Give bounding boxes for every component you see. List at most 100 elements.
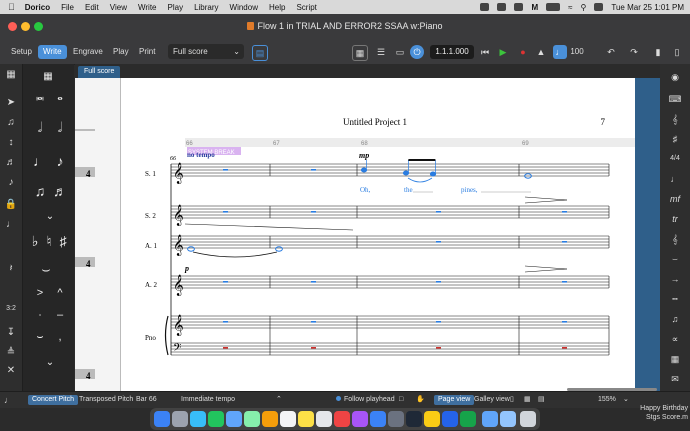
treble-clef[interactable]: 𝄞 <box>173 315 184 336</box>
treble-clef[interactable]: 𝄞 <box>173 275 184 296</box>
chevron-down-icon[interactable]: ⌄ <box>41 354 59 372</box>
staccato-icon[interactable]: ∙ <box>31 306 49 324</box>
playing-techniques-icon[interactable]: ♫ <box>667 312 683 326</box>
menu-app-name[interactable]: Dorico <box>25 3 50 12</box>
holds-icon[interactable]: ⌣ <box>667 252 683 266</box>
diminuendo-hairpin[interactable] <box>524 265 568 273</box>
finder-icon[interactable] <box>154 411 170 427</box>
diminuendo-hairpin[interactable] <box>524 196 568 204</box>
mode-setup-button[interactable]: Setup <box>6 45 37 59</box>
thirtysecond-note-icon[interactable]: ♬ <box>51 182 69 200</box>
lines-icon[interactable]: → <box>667 272 683 286</box>
treble-clef[interactable]: 𝄞 <box>173 205 184 226</box>
whole-note-icon[interactable]: 𝅝 <box>51 86 69 104</box>
menu-play[interactable]: Play <box>168 3 184 12</box>
transposed-pitch-button[interactable]: Transposed Pitch <box>79 395 133 405</box>
tempo-text[interactable]: no tempo <box>187 151 215 159</box>
half-note-icon[interactable]: 𝅗𝅥 <box>51 118 69 136</box>
word-icon[interactable] <box>442 411 458 427</box>
fermata-icon[interactable]: ⌣ <box>31 328 49 346</box>
delete-tool-icon[interactable]: ✕ <box>4 364 18 378</box>
system-settings-icon[interactable] <box>388 411 404 427</box>
mode-print-button[interactable]: Print <box>134 45 160 59</box>
dynamic-p[interactable]: p <box>184 264 189 273</box>
time-signature[interactable]: 4 <box>86 371 91 381</box>
mode-write-button[interactable]: Write <box>38 45 67 59</box>
lyric-syllable[interactable]: the <box>404 186 413 194</box>
breve-note-icon[interactable]: 𝅜 <box>31 86 49 104</box>
hand-tool-icon[interactable]: ✋ <box>416 395 425 405</box>
staff-label-alto-2[interactable]: A. 2 <box>145 281 158 289</box>
galley-view-button[interactable]: Galley view <box>474 395 510 405</box>
time-signature[interactable]: 4 <box>86 259 91 269</box>
rewind-icon[interactable]: ⏮ <box>478 45 492 59</box>
follow-playhead-indicator[interactable]: Follow playhead <box>336 395 395 405</box>
launchpad-icon[interactable] <box>172 411 188 427</box>
dynamics-icon[interactable]: mf <box>667 192 683 206</box>
mode-engrave-button[interactable]: Engrave <box>68 45 108 59</box>
lower-zone-toggle[interactable]: ⌃ <box>276 395 282 405</box>
chevron-down-icon[interactable]: ⌄ <box>623 395 629 405</box>
mixer-icon[interactable]: ☰ <box>374 45 388 59</box>
app-store-icon[interactable] <box>370 411 386 427</box>
sharp-icon[interactable]: ♯ <box>54 232 72 250</box>
reminders-icon[interactable] <box>316 411 332 427</box>
status-app-icon[interactable] <box>514 3 524 11</box>
insert-mode-icon[interactable]: ↕ <box>4 136 18 150</box>
piano-bass-rests[interactable] <box>223 347 567 349</box>
page-arrangement-icon[interactable]: ▯ <box>510 395 514 405</box>
battery-icon[interactable] <box>546 3 561 11</box>
comments-icon[interactable]: ✉ <box>667 372 683 386</box>
toolbox-expand-icon[interactable]: ▦ <box>4 68 18 82</box>
tie-line[interactable] <box>184 223 354 231</box>
lyric-syllable[interactable]: pines, <box>461 186 478 194</box>
score-notation[interactable]: 4 4 4 Untitled Project 1 7 66 67 68 69 S… <box>75 78 635 391</box>
power-icon[interactable]: ⏻ <box>410 45 424 59</box>
treble-clef[interactable]: 𝄞 <box>173 235 184 256</box>
note-input-icon[interactable]: ♫ <box>4 116 18 130</box>
staff-label-alto-1[interactable]: A. 1 <box>145 242 158 250</box>
panel-toggle-icon[interactable]: ▭ <box>393 45 407 59</box>
record-icon[interactable]: ● <box>516 45 530 59</box>
transport-timecode[interactable]: 1.1.1.000 <box>430 45 474 59</box>
status-app-icon[interactable] <box>480 3 490 11</box>
bass-clef[interactable]: 𝄢 <box>173 341 181 356</box>
breath-mark-icon[interactable]: , <box>51 328 69 346</box>
chord-symbols-icon[interactable]: ▦ <box>667 352 683 366</box>
keyboard-icon[interactable]: ⌨ <box>667 92 683 106</box>
menu-view[interactable]: View <box>110 3 127 12</box>
dynamic-mp[interactable]: mp <box>359 151 369 160</box>
quarter-note-icon[interactable]: ♩ <box>31 152 49 170</box>
lock-duration-icon[interactable]: 🔒 <box>4 198 18 212</box>
folder-icon[interactable] <box>500 411 516 427</box>
tempo-mode[interactable]: Immediate tempo <box>181 395 235 405</box>
mode-play-button[interactable]: Play <box>108 45 134 59</box>
apple-menu-icon[interactable]:  <box>8 2 15 12</box>
staff-label-soprano-2[interactable]: S. 2 <box>145 212 156 220</box>
tenuto-icon[interactable]: – <box>51 306 69 324</box>
chevron-down-icon[interactable]: ⌄ <box>41 208 59 226</box>
dorico-icon[interactable] <box>406 411 422 427</box>
alto-1-notes[interactable] <box>187 246 283 258</box>
staff-label-soprano-1[interactable]: S. 1 <box>145 170 156 178</box>
photos-icon[interactable] <box>262 411 278 427</box>
redo-icon[interactable]: ↷ <box>627 45 641 59</box>
accent-icon[interactable]: > <box>31 284 49 302</box>
podcasts-icon[interactable] <box>352 411 368 427</box>
menu-help[interactable]: Help <box>269 3 285 12</box>
undo-icon[interactable]: ↶ <box>604 45 618 59</box>
bars-icon[interactable]: ┅ <box>667 292 683 306</box>
menu-library[interactable]: Library <box>194 3 218 12</box>
toggle-right-panel-icon[interactable]: ▮ <box>651 45 665 59</box>
chrome-icon[interactable] <box>424 411 440 427</box>
search-icon[interactable]: ⚲ <box>581 3 587 12</box>
malwarebytes-icon[interactable]: M <box>531 3 538 12</box>
treble-clef[interactable]: 𝄞 <box>173 163 184 184</box>
tempo-note-icon[interactable]: ♩ <box>553 45 567 59</box>
lyric-syllable[interactable]: Oh, <box>360 186 371 194</box>
maps-icon[interactable] <box>244 411 260 427</box>
eighth-note-icon[interactable]: ♪ <box>51 152 69 170</box>
selection-box-icon[interactable]: □ <box>399 395 403 405</box>
tremolo-icon[interactable]: ≜ <box>4 346 18 360</box>
tuplet-icon[interactable]: 3:2 <box>4 302 18 316</box>
